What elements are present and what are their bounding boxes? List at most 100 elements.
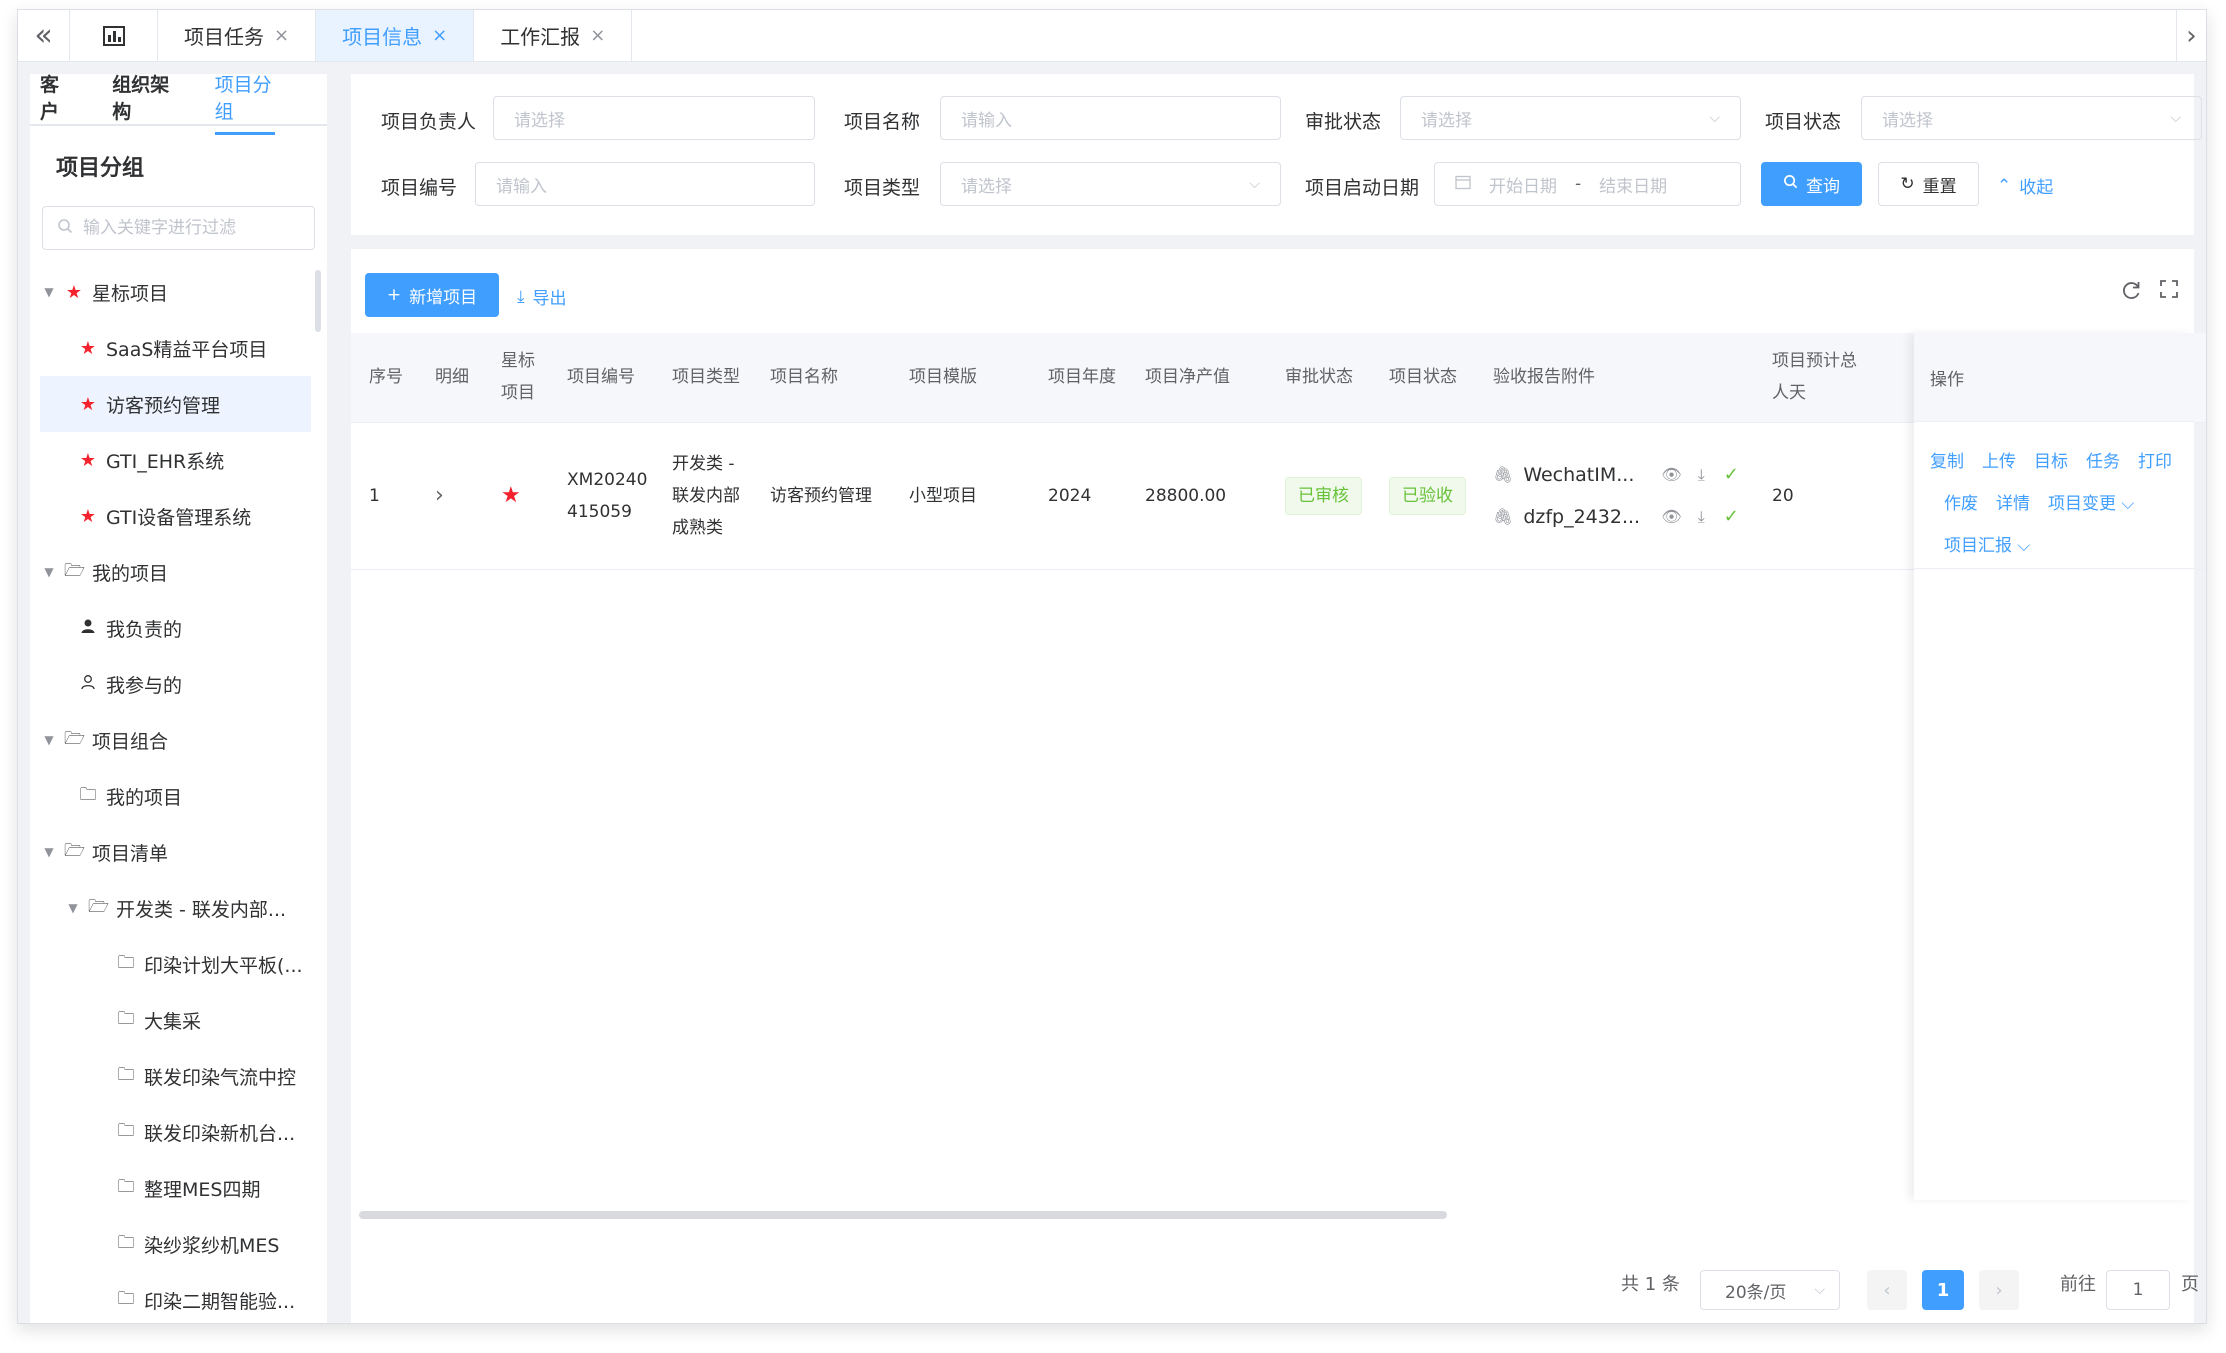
page-1-button[interactable]: 1 [1922,1270,1964,1310]
page-size-select[interactable]: 20条/页 ⌵ [1700,1270,1840,1310]
export-link[interactable]: ⤓ 导出 [517,284,567,310]
tree-node-item[interactable]: 我参与的 [40,656,311,712]
attachment-item: 🖇 WechatIM... 👁 ⤓ ✓ [1493,454,1754,496]
tree-filter [42,206,315,250]
prev-page-button[interactable]: ‹ [1867,1270,1907,1310]
tab-work-report[interactable]: 工作汇报 × [474,10,633,61]
caret-down-icon[interactable]: ▼ [40,285,58,299]
name-input[interactable]: 请输入 [940,96,1281,140]
cell-status: 已验收 [1371,422,1475,570]
tab-project-tasks[interactable]: 项目任务 × [158,10,317,61]
status-select[interactable]: 请选择 ⌵ [1861,96,2202,140]
fullscreen-icon[interactable] [2159,279,2179,305]
cell-type-line2: 联发内部 [672,485,740,506]
project-report-dropdown[interactable]: 项目汇报 ⌵ [1944,531,2030,556]
horizontal-scrollbar[interactable] [359,1211,1447,1219]
star-icon: ★ [65,281,83,303]
expand-row-icon[interactable]: › [417,422,483,570]
upload-link[interactable]: 上传 [1982,447,2016,472]
copy-link[interactable]: 复制 [1930,447,1964,472]
details-link[interactable]: 详情 [1996,489,2030,514]
sidebar-tabs: 客户 组织架构 项目分组 [30,74,327,135]
tree-node-item[interactable]: ★ SaaS精益平台项目 [40,320,311,376]
query-button[interactable]: 查询 [1761,162,1862,206]
tree-node-item[interactable]: 🗀 联发印染气流中控 [40,1048,311,1104]
caret-down-icon[interactable]: ▼ [40,845,58,859]
sidebar-tab-org[interactable]: 组织架构 [112,74,172,128]
cell-value: 28800.00 [1127,422,1267,570]
close-icon[interactable]: × [432,25,447,46]
type-select[interactable]: 请选择 ⌵ [940,162,1281,206]
caret-down-icon[interactable]: ▼ [40,565,58,579]
collapse-filter-link[interactable]: ⌃ 收起 [1997,173,2053,199]
date-range-picker[interactable]: 开始日期 - 结束日期 [1434,162,1741,206]
tree-node-item[interactable]: 🗀 染纱浆纱机MES [40,1216,311,1272]
caret-down-icon[interactable]: ▼ [64,901,82,915]
filter-panel: 项目负责人 请选择 项目名称 请输入 审批状态 请选择 ⌵ 项目状态 请选择 ⌵… [351,74,2202,235]
tree-node-item-selected[interactable]: ★ 访客预约管理 [40,376,311,432]
task-link[interactable]: 任务 [2086,447,2120,472]
tree-scrollbar[interactable] [315,270,321,332]
add-project-button[interactable]: + 新增项目 [365,273,499,317]
code-input[interactable]: 请输入 [475,162,815,206]
download-icon[interactable]: ⤓ [1691,459,1711,491]
tree-node-my-projects[interactable]: ▼ 🗁 我的项目 [40,544,311,600]
tree-node-item[interactable]: 🗀 联发印染新机台... [40,1104,311,1160]
tree-node-portfolio[interactable]: ▼ 🗁 项目组合 [40,712,311,768]
check-circle-icon: ✓ [1723,463,1739,485]
print-link[interactable]: 打印 [2138,447,2172,472]
chevron-down-icon: ⌵ [1249,176,1260,192]
tree-filter-input[interactable] [83,218,303,238]
next-page-button[interactable]: › [1979,1270,2019,1310]
attachment-name[interactable]: dzfp_2432... [1523,501,1651,533]
sidebar-tab-project-group[interactable]: 项目分组 [214,74,275,135]
tree-node-label: 联发印染新机台... [144,1122,296,1145]
close-icon[interactable]: × [274,25,289,46]
sidebar-tab-customer[interactable]: 客户 [40,74,70,128]
star-icon[interactable]: ★ [483,422,549,570]
tree-node-item[interactable]: 我负责的 [40,600,311,656]
attachment-name[interactable]: WechatIM... [1523,459,1651,491]
project-change-dropdown[interactable]: 项目变更 ⌵ [2048,489,2134,514]
tab-project-info[interactable]: 项目信息 × [316,10,475,61]
total-count: 共 1 条 [1621,1274,1680,1295]
double-chevron-left-icon[interactable]: « [18,10,70,61]
tree-node-item[interactable]: 🗀 印染二期智能验... [40,1272,311,1323]
cell-code-line2: 415059 [567,501,632,522]
export-label: 导出 [532,289,567,309]
close-icon[interactable]: × [590,25,605,46]
download-icon[interactable]: ⤓ [1691,501,1711,533]
chevron-down-icon: ⌵ [2170,110,2181,126]
tree-node-item[interactable]: 🗀 整理MES四期 [40,1160,311,1216]
chart-icon[interactable] [70,10,158,61]
refresh-icon: ↻ [1900,174,1915,194]
tree-node-item[interactable]: 🗀 印染计划大平板(... [40,936,311,992]
eye-icon[interactable]: 👁 [1661,501,1681,533]
tree-node-starred[interactable]: ▼ ★ 星标项目 [40,264,311,320]
col-approval: 审批状态 [1267,333,1371,423]
tree-node-item[interactable]: ★ GTI设备管理系统 [40,488,311,544]
approval-select[interactable]: 请选择 ⌵ [1400,96,1741,140]
tree-node-dev-category[interactable]: ▼ 🗁 开发类 - 联发内部... [40,880,311,936]
caret-down-icon[interactable]: ▼ [40,733,58,747]
tree-node-project-list[interactable]: ▼ 🗁 项目清单 [40,824,311,880]
status-label: 项目状态 [1765,111,1842,133]
chevron-down-icon: ⌵ [2012,535,2031,556]
reset-button[interactable]: ↻ 重置 [1878,162,1979,206]
cell-attachments: 🖇 WechatIM... 👁 ⤓ ✓ 🖇 dzfp_2432... 👁 ⤓ ✓ [1475,422,1754,570]
tree-node-item[interactable]: 🗀 我的项目 [40,768,311,824]
owner-select[interactable]: 请选择 [493,96,815,140]
goal-link[interactable]: 目标 [2034,447,2068,472]
chevron-right-icon[interactable]: › [2176,10,2206,62]
start-date-label: 项目启动日期 [1305,177,1420,199]
check-circle-icon: ✓ [1723,505,1739,527]
tree-node-item[interactable]: 🗀 大集采 [40,992,311,1048]
refresh-icon[interactable] [2120,279,2142,307]
calendar-icon [1455,174,1471,195]
void-link[interactable]: 作废 [1944,489,1978,514]
query-label: 查询 [1806,176,1840,197]
goto-page-input[interactable]: 1 [2106,1270,2170,1310]
type-placeholder: 请选择 [961,176,1012,197]
eye-icon[interactable]: 👁 [1661,459,1681,491]
tree-node-item[interactable]: ★ GTI_EHR系统 [40,432,311,488]
